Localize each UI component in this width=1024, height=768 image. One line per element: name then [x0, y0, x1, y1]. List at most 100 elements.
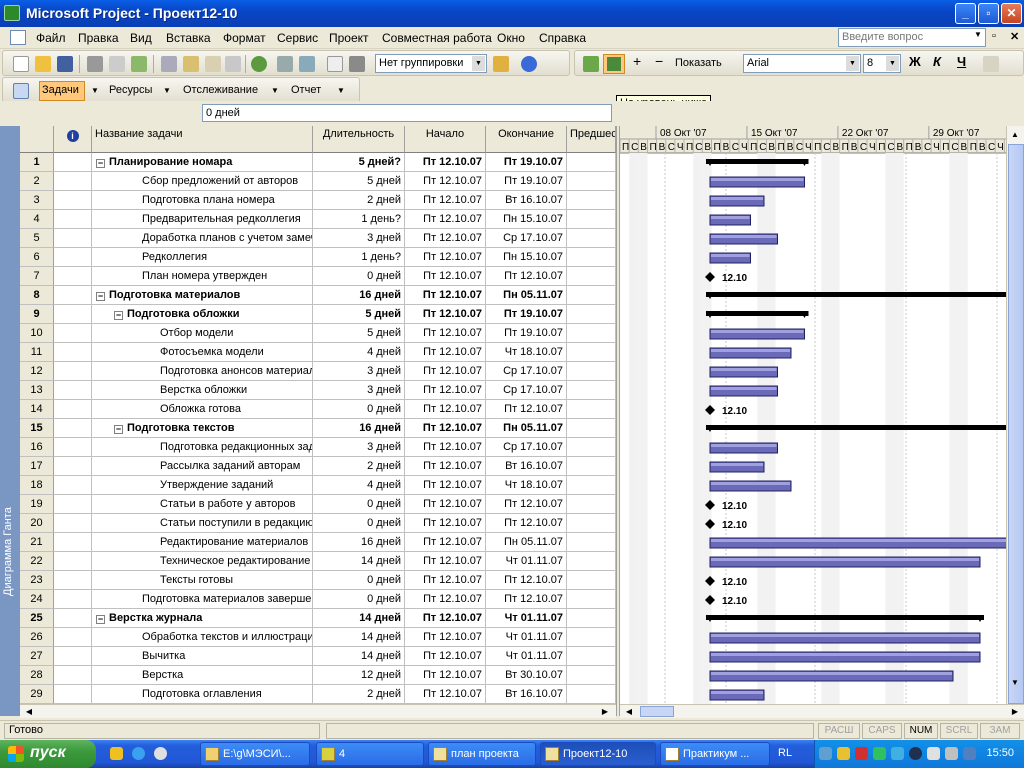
duration-cell[interactable]: 0 дней	[313, 400, 405, 419]
table-row[interactable]: 14 Обложка готова 0 дней Пт 12.10.07 Пт 12.1…	[20, 400, 616, 419]
predecessors-cell[interactable]	[567, 210, 616, 229]
chevron-down-icon[interactable]: ▼	[337, 86, 345, 95]
finish-cell[interactable]: Чт 01.11.07	[486, 647, 567, 666]
help-icon[interactable]	[521, 56, 537, 72]
task-name-cell[interactable]: Редколлегия	[92, 248, 313, 267]
finish-cell[interactable]: Ср 17.10.07	[486, 381, 567, 400]
table-row[interactable]: 11 Фотосъемка модели 4 дней Пт 12.10.07 Чт 1…	[20, 343, 616, 362]
collapse-icon[interactable]: −	[114, 425, 123, 434]
table-row[interactable]: 2 Сбор предложений от авторов 5 дней Пт 12.…	[20, 172, 616, 191]
report-button[interactable]: Отчет	[291, 84, 321, 96]
start-cell[interactable]: Пт 12.10.07	[405, 647, 486, 666]
info-column-header[interactable]: i	[54, 126, 92, 153]
task-name-cell[interactable]: − Подготовка материалов	[92, 286, 313, 305]
media-icon[interactable]	[154, 747, 167, 760]
row-id[interactable]: 16	[20, 438, 54, 457]
predecessors-cell[interactable]	[567, 438, 616, 457]
hyperlink-icon[interactable]	[251, 56, 267, 72]
scroll-up-icon[interactable]: ▲	[1008, 128, 1022, 142]
taskbar-item-project[interactable]: Проект12-10	[540, 742, 656, 766]
duration-cell[interactable]: 16 дней	[313, 419, 405, 438]
indicator-cell[interactable]	[54, 172, 92, 191]
scroll-right-icon[interactable]: ▶	[598, 705, 612, 719]
duration-cell[interactable]: 2 дней	[313, 191, 405, 210]
quicklaunch-icon[interactable]	[110, 747, 123, 760]
row-header-corner[interactable]	[20, 126, 54, 153]
indicator-cell[interactable]	[54, 514, 92, 533]
start-cell[interactable]: Пт 12.10.07	[405, 666, 486, 685]
duration-cell[interactable]: 16 дней	[313, 533, 405, 552]
finish-cell[interactable]: Пн 05.11.07	[486, 286, 567, 305]
view-bar[interactable]: Диаграмма Ганта	[0, 126, 20, 716]
shield-icon[interactable]	[837, 747, 850, 760]
indicator-cell[interactable]	[54, 267, 92, 286]
outdent-icon[interactable]	[583, 56, 599, 72]
scroll-right-icon[interactable]: ▶	[1008, 705, 1022, 719]
predecessors-cell[interactable]	[567, 286, 616, 305]
finish-cell[interactable]: Пт 12.10.07	[486, 571, 567, 590]
row-id[interactable]: 11	[20, 343, 54, 362]
task-name-cell[interactable]: Вычитка	[92, 647, 313, 666]
predecessors-cell[interactable]	[567, 533, 616, 552]
collapse-icon[interactable]: −	[96, 159, 105, 168]
duration-cell[interactable]: 5 дней	[313, 305, 405, 324]
finish-cell[interactable]: Пн 15.10.07	[486, 248, 567, 267]
volume-icon[interactable]	[945, 747, 958, 760]
task-name-cell[interactable]: Обработка текстов и иллюстраций	[92, 628, 313, 647]
indicator-cell[interactable]	[54, 286, 92, 305]
duration-cell[interactable]: 16 дней	[313, 286, 405, 305]
task-name-cell[interactable]: Верстка обложки	[92, 381, 313, 400]
task-name-cell[interactable]: Подготовка материалов завершена	[92, 590, 313, 609]
collapse-icon[interactable]: −	[96, 615, 105, 624]
resources-button[interactable]: Ресурсы	[109, 84, 152, 96]
duration-cell[interactable]: 0 дней	[313, 590, 405, 609]
start-cell[interactable]: Пт 12.10.07	[405, 571, 486, 590]
row-id[interactable]: 4	[20, 210, 54, 229]
start-cell[interactable]: Пт 12.10.07	[405, 495, 486, 514]
undo-icon[interactable]	[225, 56, 241, 72]
finish-cell[interactable]: Пт 19.10.07	[486, 324, 567, 343]
menu-file[interactable]: Файл	[36, 31, 66, 45]
finish-cell[interactable]: Пт 12.10.07	[486, 590, 567, 609]
grouping-select[interactable]: Нет группировки ▼	[375, 54, 487, 73]
row-id[interactable]: 3	[20, 191, 54, 210]
menu-insert[interactable]: Вставка	[166, 31, 211, 45]
start-cell[interactable]: Пт 12.10.07	[405, 476, 486, 495]
start-cell[interactable]: Пт 12.10.07	[405, 628, 486, 647]
menu-format[interactable]: Формат	[223, 31, 266, 45]
bold-button[interactable]: Ж	[909, 54, 921, 69]
row-id[interactable]: 10	[20, 324, 54, 343]
paste-icon[interactable]	[183, 56, 199, 72]
row-id[interactable]: 25	[20, 609, 54, 628]
predecessors-cell[interactable]	[567, 685, 616, 704]
document-icon[interactable]	[10, 30, 26, 45]
finish-cell[interactable]: Пн 05.11.07	[486, 533, 567, 552]
duration-cell[interactable]: 1 день?	[313, 210, 405, 229]
start-cell[interactable]: Пт 12.10.07	[405, 381, 486, 400]
start-cell[interactable]: Пт 12.10.07	[405, 419, 486, 438]
spelling-icon[interactable]	[131, 56, 147, 72]
table-row[interactable]: 10 Отбор модели 5 дней Пт 12.10.07 Пт 19.10.…	[20, 324, 616, 343]
menu-window[interactable]: Окно	[497, 31, 525, 45]
row-id[interactable]: 9	[20, 305, 54, 324]
start-cell[interactable]: Пт 12.10.07	[405, 552, 486, 571]
scroll-left-icon[interactable]: ◀	[22, 705, 36, 719]
name-column-header[interactable]: Название задачи	[92, 126, 313, 153]
task-name-cell[interactable]: − Планирование номара	[92, 153, 313, 172]
start-cell[interactable]: Пт 12.10.07	[405, 457, 486, 476]
task-name-cell[interactable]: − Подготовка текстов	[92, 419, 313, 438]
menu-view[interactable]: Вид	[130, 31, 152, 45]
duration-cell[interactable]: 0 дней	[313, 495, 405, 514]
predecessors-cell[interactable]	[567, 590, 616, 609]
table-row[interactable]: 5 Доработка планов с учетом замечаний3 дн…	[20, 229, 616, 248]
taskbar-item-4[interactable]: 4	[316, 742, 424, 766]
print-preview-icon[interactable]	[109, 56, 125, 72]
show-subtasks-icon[interactable]: +	[633, 53, 641, 69]
duration-cell[interactable]: 2 дней	[313, 457, 405, 476]
duration-cell[interactable]: 1 день?	[313, 248, 405, 267]
menu-collaborate[interactable]: Совместная работа	[382, 31, 492, 45]
font-select[interactable]: Arial ▼	[743, 54, 861, 73]
taskbar-item-word[interactable]: Практикум ...	[660, 742, 770, 766]
start-cell[interactable]: Пт 12.10.07	[405, 191, 486, 210]
start-cell[interactable]: Пт 12.10.07	[405, 438, 486, 457]
